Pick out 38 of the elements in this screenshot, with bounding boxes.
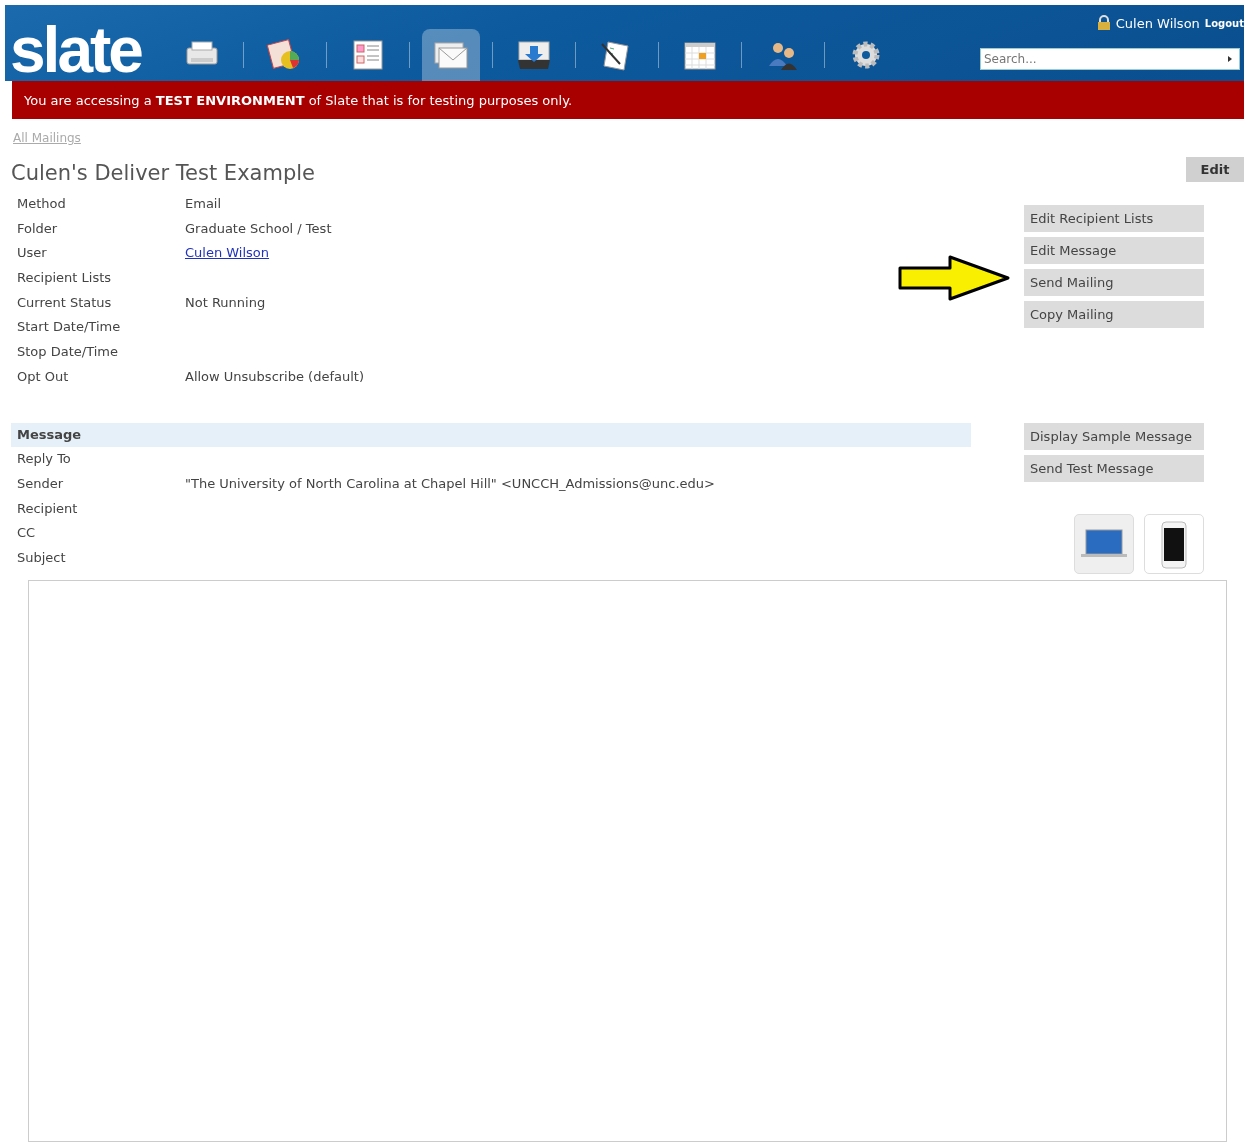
field-value: Allow Unsubscribe (default) (185, 368, 364, 384)
user-link[interactable]: Culen Wilson (185, 245, 270, 261)
action-button[interactable]: Edit Message (1024, 237, 1204, 264)
banner-text: You are accessing a TEST ENVIRONMENT of Slate that is for testing purposes only. (24, 92, 573, 108)
field-label: Subject (16, 550, 67, 566)
action-button[interactable]: Edit Recipient Lists (1024, 205, 1204, 232)
logo[interactable]: slate (10, 21, 141, 81)
device-toggle[interactable] (1074, 513, 1134, 574)
field-label: Opt Out (16, 368, 70, 384)
action-button[interactable]: Send Mailing (1024, 269, 1204, 296)
field-value: Graduate School / Test (185, 220, 332, 236)
edit-button[interactable]: Edit (1186, 157, 1244, 182)
field-label: Stop Date/Time (16, 343, 119, 359)
field-label: Method (16, 195, 67, 211)
field-value: "The University of North Carolina at Chapel Hill" <UNCCH_Admissions@unc.edu> (185, 476, 715, 492)
action-button[interactable]: Display Sample Message (1024, 422, 1204, 450)
field-value: Email (185, 195, 222, 211)
search-field[interactable]: Search... (980, 48, 1240, 70)
field-label: CC (16, 525, 37, 541)
field-label: User (16, 245, 48, 261)
section-header: Message (11, 422, 971, 447)
action-button[interactable]: Send Test Message (1024, 454, 1204, 482)
user-name: Culen Wilson (1115, 15, 1200, 31)
lock-icon (1096, 15, 1111, 31)
caret-icon[interactable] (1226, 54, 1234, 64)
field-label: Start Date/Time (16, 319, 122, 335)
page-title: Culen's Deliver Test Example (11, 161, 315, 185)
field-label: Recipient (16, 500, 79, 516)
action-button[interactable]: Copy Mailing (1024, 301, 1204, 328)
field-label: Sender (16, 476, 65, 492)
field-label: Reply To (16, 451, 72, 467)
device-toggle[interactable] (1144, 513, 1204, 574)
nav-tab[interactable] (421, 29, 480, 81)
logout-link[interactable]: Logout (1204, 17, 1244, 29)
field-label: Recipient Lists (16, 269, 113, 285)
field-label: Current Status (16, 294, 113, 310)
field-value: Not Running (185, 294, 266, 310)
field-label: Folder (16, 220, 59, 236)
